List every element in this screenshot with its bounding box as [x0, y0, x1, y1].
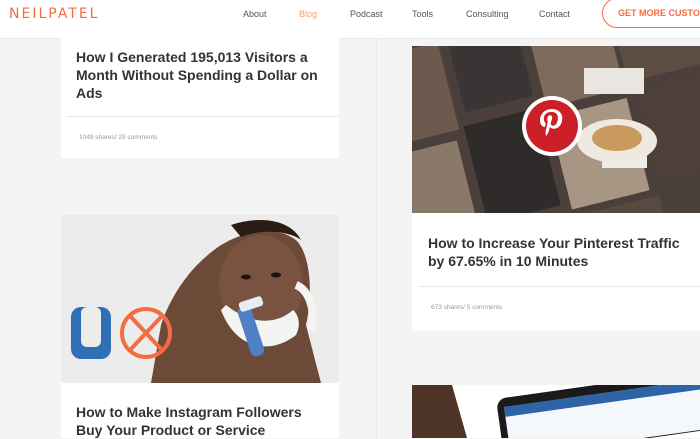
post-card-2[interactable]: How to Increase Your Pinterest Traffic b… [412, 46, 700, 331]
nav-podcast[interactable]: Podcast [350, 9, 383, 19]
get-more-customers-button[interactable]: GET MORE CUSTO [602, 0, 700, 28]
post-title[interactable]: How I Generated 195,013 Visitors a Month… [76, 48, 326, 102]
nav-consulting[interactable]: Consulting [466, 9, 509, 19]
post-title[interactable]: How to Make Instagram Followers Buy Your… [76, 403, 331, 439]
pinterest-thumbnail-image[interactable] [412, 46, 700, 213]
nav-contact[interactable]: Contact [539, 9, 570, 19]
card-divider [418, 286, 700, 287]
post-meta: 1049 shares/ 29 comments [79, 134, 158, 141]
shaving-man-thumbnail-image[interactable] [61, 215, 339, 383]
nav-about[interactable]: About [243, 9, 267, 19]
pinterest-logo-icon [540, 109, 563, 136]
post-card-1[interactable]: How I Generated 195,013 Visitors a Month… [61, 38, 339, 158]
site-header: NEILPATEL About Blog Podcast Tools Consu… [0, 0, 700, 39]
column-divider [376, 38, 377, 438]
nav-tools[interactable]: Tools [412, 9, 433, 19]
post-card-4[interactable] [412, 385, 700, 438]
post-meta: 673 shares/ 5 comments [431, 304, 503, 311]
card-divider [67, 116, 339, 117]
post-card-3[interactable]: How to Make Instagram Followers Buy Your… [61, 215, 339, 438]
site-logo[interactable]: NEILPATEL [9, 6, 99, 22]
post-title[interactable]: How to Increase Your Pinterest Traffic b… [428, 234, 693, 270]
tablet-thumbnail-image[interactable] [412, 385, 700, 438]
nav-blog[interactable]: Blog [299, 9, 317, 19]
